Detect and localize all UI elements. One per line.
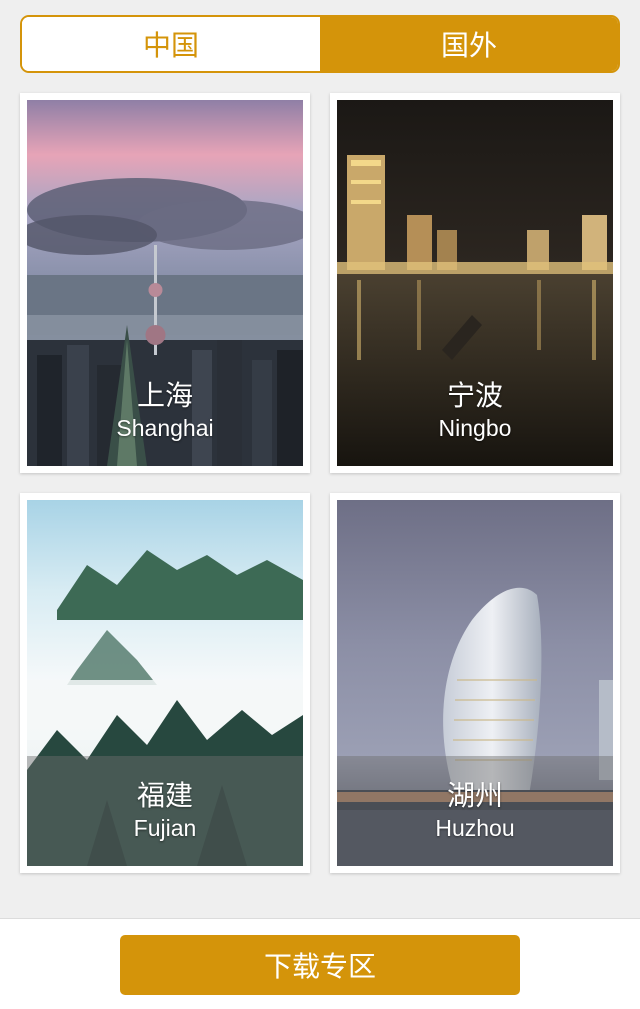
fujian-photo: 福建 Fujian <box>27 500 303 866</box>
shanghai-photo: 上海 Shanghai <box>27 100 303 466</box>
tab-china[interactable]: 中国 <box>22 17 320 71</box>
download-zone-button[interactable]: 下载专区 <box>120 935 520 995</box>
fujian-caption: 福建 Fujian <box>27 756 303 866</box>
city-name-cn: 宁波 <box>446 379 503 412</box>
city-card-ningbo[interactable]: 宁波 Ningbo <box>330 93 620 473</box>
city-card-shanghai[interactable]: 上海 Shanghai <box>20 93 310 473</box>
city-name-en: Huzhou <box>435 815 515 841</box>
city-name-cn: 福建 <box>136 779 193 812</box>
ningbo-photo: 宁波 Ningbo <box>337 100 613 466</box>
tab-overseas[interactable]: 国外 <box>320 17 618 71</box>
city-card-huzhou[interactable]: 湖州 Huzhou <box>330 493 620 873</box>
region-segmented-control: 中国 国外 <box>20 15 620 73</box>
huzhou-caption: 湖州 Huzhou <box>337 756 613 866</box>
huzhou-photo: 湖州 Huzhou <box>337 500 613 866</box>
city-name-cn: 上海 <box>136 379 193 412</box>
city-name-en: Shanghai <box>116 415 214 441</box>
ningbo-caption: 宁波 Ningbo <box>337 356 613 466</box>
city-name-cn: 湖州 <box>446 779 503 812</box>
shanghai-caption: 上海 Shanghai <box>27 356 303 466</box>
city-name-en: Ningbo <box>438 415 512 441</box>
footer-bar: 下载专区 <box>0 918 640 1009</box>
city-card-fujian[interactable]: 福建 Fujian <box>20 493 310 873</box>
city-name-en: Fujian <box>133 815 197 841</box>
